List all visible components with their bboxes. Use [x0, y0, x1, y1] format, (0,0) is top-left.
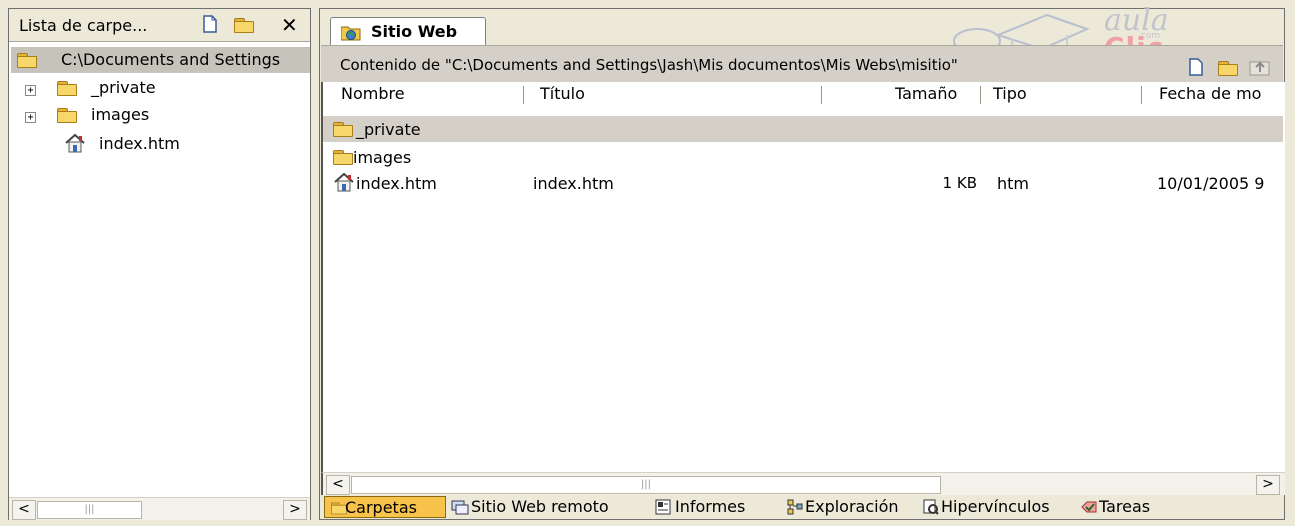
folder-icon: [333, 122, 353, 137]
column-header-tamano[interactable]: Tamaño: [895, 82, 957, 106]
reports-icon: [655, 499, 671, 519]
navigation-icon: [787, 499, 803, 519]
view-label: Tareas: [1099, 497, 1151, 516]
file-list: Nombre Título Tamaño Tipo Fecha de mo _p…: [321, 82, 1285, 472]
tree-item-label: _private: [91, 78, 156, 97]
scroll-thumb[interactable]: |||: [351, 476, 941, 494]
website-icon: [340, 25, 361, 45]
remote-site-icon: [451, 499, 469, 519]
scroll-left-icon[interactable]: <: [12, 500, 36, 520]
column-separator: [1141, 86, 1142, 104]
list-row-index[interactable]: index.htm index.htm 1 KB htm 10/01/2005 …: [323, 170, 1283, 196]
folder-list-panel: Lista de carpe... ✕ C:\Documents and Set…: [8, 8, 311, 520]
folder-list-header: Lista de carpe... ✕: [9, 9, 310, 42]
home-page-icon: [333, 172, 355, 192]
new-page-icon[interactable]: [203, 15, 217, 33]
view-label: Carpetas: [345, 498, 417, 517]
view-label: Hipervínculos: [941, 497, 1050, 516]
tree-item-index[interactable]: index.htm: [9, 131, 309, 157]
new-folder-icon[interactable]: [234, 18, 254, 33]
expand-icon[interactable]: +: [25, 112, 36, 123]
list-row-private[interactable]: _private: [323, 116, 1283, 142]
path-text: Contenido de "C:\Documents and Settings\…: [340, 56, 958, 74]
hyperlinks-icon: [923, 499, 939, 519]
close-icon[interactable]: ✕: [281, 13, 298, 37]
row-name: _private: [356, 120, 421, 139]
tree-item-private[interactable]: + _private: [9, 77, 309, 101]
folder-icon: [57, 81, 77, 96]
tree-item-root[interactable]: C:\Documents and Settings: [11, 47, 310, 73]
folder-list-title: Lista de carpe...: [19, 16, 148, 35]
scroll-right-icon[interactable]: >: [283, 500, 307, 520]
column-separator: [980, 86, 981, 104]
site-panel: Sitio Web aula .com Clic Contenido de "C…: [319, 3, 1285, 520]
left-horizontal-scrollbar[interactable]: < ||| >: [9, 497, 310, 520]
new-folder-icon[interactable]: [1218, 61, 1238, 76]
column-header-titulo[interactable]: Título: [540, 82, 585, 106]
column-separator: [523, 86, 524, 104]
up-folder-icon[interactable]: [1249, 58, 1271, 80]
view-carpetas-button[interactable]: Carpetas: [324, 496, 446, 518]
column-header-fecha[interactable]: Fecha de mo: [1159, 82, 1261, 106]
row-name: index.htm: [356, 174, 437, 193]
tab-sitio-web[interactable]: Sitio Web: [330, 17, 486, 45]
tasks-icon: [1081, 499, 1097, 519]
list-horizontal-scrollbar[interactable]: < ||| >: [321, 472, 1285, 495]
column-header-tipo[interactable]: Tipo: [993, 82, 1027, 106]
view-label: Informes: [675, 497, 746, 516]
new-page-icon[interactable]: [1189, 58, 1203, 80]
tree-item-images[interactable]: + images: [9, 104, 309, 128]
folder-icon: [333, 150, 353, 165]
column-header-nombre[interactable]: Nombre: [341, 82, 405, 106]
row-type: htm: [997, 174, 1029, 193]
scroll-right-icon[interactable]: >: [1256, 475, 1280, 495]
tree-item-label: images: [91, 105, 150, 124]
folder-icon: [17, 53, 37, 68]
folder-icon: [57, 108, 77, 123]
row-size: 1 KB: [942, 174, 977, 192]
row-title: index.htm: [533, 174, 614, 193]
view-label: Sitio Web remoto: [471, 497, 609, 516]
tab-label: Sitio Web: [371, 22, 458, 41]
scroll-thumb[interactable]: |||: [37, 501, 142, 519]
tree-item-label: index.htm: [99, 134, 180, 153]
column-header-row: Nombre Título Tamaño Tipo Fecha de mo: [323, 82, 1283, 108]
view-label: Exploración: [805, 497, 899, 516]
home-page-icon: [64, 133, 86, 153]
path-bar: Contenido de "C:\Documents and Settings\…: [321, 45, 1283, 83]
row-name: images: [353, 148, 412, 167]
scroll-left-icon[interactable]: <: [326, 475, 350, 495]
list-row-images[interactable]: images: [323, 144, 1283, 170]
views-bar: Carpetas Sitio Web remoto Informes Explo…: [321, 496, 1283, 519]
tree-item-label: C:\Documents and Settings: [61, 50, 281, 69]
expand-icon[interactable]: +: [25, 85, 36, 96]
column-separator: [821, 86, 822, 104]
row-date: 10/01/2005 9: [1157, 174, 1265, 193]
